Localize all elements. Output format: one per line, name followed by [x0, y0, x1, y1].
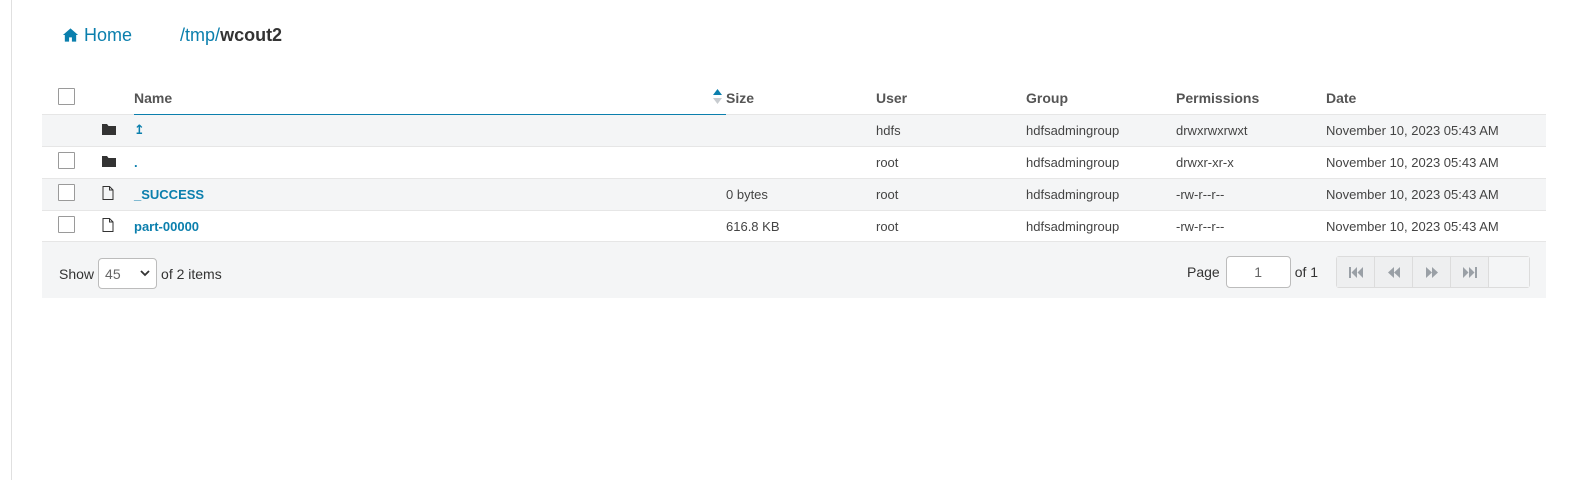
- row-size: [726, 146, 876, 178]
- show-label: Show: [59, 265, 95, 282]
- first-page-icon: [1348, 266, 1363, 278]
- file-icon: [102, 217, 114, 232]
- table-row[interactable]: _SUCCESS 0 bytes root hdfsadmingroup -rw…: [42, 178, 1546, 210]
- row-permissions: drwxrwxrwxt: [1176, 122, 1248, 138]
- last-page-icon: [1462, 266, 1477, 278]
- row-type-cell: [102, 146, 134, 178]
- row-name-cell: ↥: [134, 114, 726, 146]
- row-size: [726, 114, 876, 146]
- file-link[interactable]: _SUCCESS: [134, 187, 204, 202]
- row-group: hdfsadmingroup: [1026, 154, 1120, 170]
- pagination: Page 1 of 1: [1187, 256, 1531, 288]
- page-number-input[interactable]: 1: [1225, 256, 1291, 288]
- row-select-cell: [42, 114, 102, 146]
- table-row[interactable]: ↥ hdfs hdfsadmingroup drwxrwxrwxt Novemb…: [42, 114, 1546, 146]
- page-size-value: 45: [105, 265, 121, 282]
- row-date: November 10, 2023 05:43 AM: [1326, 122, 1499, 138]
- column-header-name[interactable]: Name: [134, 82, 726, 115]
- row-user: root: [876, 186, 899, 202]
- items-count: of 2 items: [161, 265, 222, 282]
- column-header-name-label: Name: [134, 89, 173, 106]
- file-link[interactable]: part-00000: [134, 219, 199, 234]
- column-header-date[interactable]: Date: [1326, 82, 1546, 114]
- pagination-buttons: [1336, 256, 1531, 288]
- previous-page-icon: [1387, 266, 1400, 278]
- row-group: hdfsadmingroup: [1026, 186, 1120, 202]
- row-size: 616.8 KB: [726, 218, 780, 234]
- row-user: root: [876, 154, 899, 170]
- next-page-button[interactable]: [1413, 257, 1452, 287]
- row-user: hdfs: [876, 122, 901, 138]
- home-icon: [62, 28, 79, 42]
- left-divider: [11, 0, 12, 480]
- pagination-spacer: [1489, 257, 1530, 287]
- row-type-cell: [102, 210, 134, 242]
- column-header-permissions[interactable]: Permissions: [1176, 82, 1326, 114]
- row-name-cell: part-00000: [134, 210, 726, 242]
- row-checkbox[interactable]: [58, 216, 75, 234]
- table-header-row: Name Size User Group Permissions Date: [42, 82, 1546, 115]
- page-total: of 1: [1294, 264, 1319, 280]
- column-header-size[interactable]: Size: [726, 82, 876, 114]
- file-table: Name Size User Group Permissions Date ↥: [42, 82, 1546, 242]
- table-footer: Show 45 of 2 items Page 1 of 1: [42, 241, 1546, 298]
- first-page-button[interactable]: [1337, 257, 1376, 287]
- row-group: hdfsadmingroup: [1026, 218, 1120, 234]
- column-header-group[interactable]: Group: [1026, 82, 1176, 114]
- current-directory-link[interactable]: .: [134, 155, 138, 170]
- page-size-control: Show 45 of 2 items: [59, 258, 222, 289]
- row-select-cell: [42, 146, 102, 178]
- row-user: root: [876, 218, 899, 234]
- breadcrumb: Home / tmp / wcout2: [62, 22, 282, 48]
- row-type-cell: [102, 114, 134, 146]
- select-all-cell: [42, 82, 102, 114]
- page-size-select[interactable]: 45: [98, 258, 158, 289]
- row-permissions: -rw-r--r--: [1176, 218, 1225, 234]
- row-group: hdfsadmingroup: [1026, 122, 1120, 138]
- row-permissions: drwxr-xr-x: [1176, 154, 1234, 170]
- row-size: 0 bytes: [726, 186, 768, 202]
- sort-ascending-icon: [713, 89, 722, 104]
- folder-icon: [102, 155, 116, 167]
- chevron-down-icon: [140, 270, 150, 277]
- type-header: [102, 82, 134, 114]
- row-date: November 10, 2023 05:43 AM: [1326, 218, 1499, 234]
- folder-icon: [102, 123, 116, 135]
- path-segment-tmp[interactable]: tmp: [185, 25, 215, 46]
- row-name-cell: _SUCCESS: [134, 178, 726, 210]
- next-page-icon: [1425, 266, 1438, 278]
- page-label: Page: [1187, 264, 1220, 280]
- row-select-cell: [42, 178, 102, 210]
- home-label: Home: [84, 24, 133, 45]
- last-page-button[interactable]: [1451, 257, 1490, 287]
- row-date: November 10, 2023 05:43 AM: [1326, 186, 1499, 202]
- select-all-checkbox[interactable]: [58, 87, 75, 105]
- table-row[interactable]: . root hdfsadmingroup drwxr-xr-x Novembe…: [42, 146, 1546, 178]
- file-icon: [102, 185, 114, 200]
- parent-directory-link[interactable]: ↥: [134, 122, 145, 137]
- row-date: November 10, 2023 05:43 AM: [1326, 154, 1499, 170]
- row-checkbox[interactable]: [58, 152, 75, 169]
- table-row[interactable]: part-00000 616.8 KB root hdfsadmingroup …: [42, 210, 1546, 242]
- row-select-cell: [42, 210, 102, 242]
- row-type-cell: [102, 178, 134, 210]
- path-current: wcout2: [220, 24, 283, 45]
- row-checkbox[interactable]: [58, 184, 75, 201]
- previous-page-button[interactable]: [1375, 257, 1414, 287]
- row-name-cell: .: [134, 146, 726, 178]
- home-link[interactable]: Home: [62, 25, 132, 46]
- column-header-user[interactable]: User: [876, 82, 1026, 114]
- path-breadcrumb: / tmp / wcout2: [180, 25, 282, 46]
- row-permissions: -rw-r--r--: [1176, 186, 1225, 202]
